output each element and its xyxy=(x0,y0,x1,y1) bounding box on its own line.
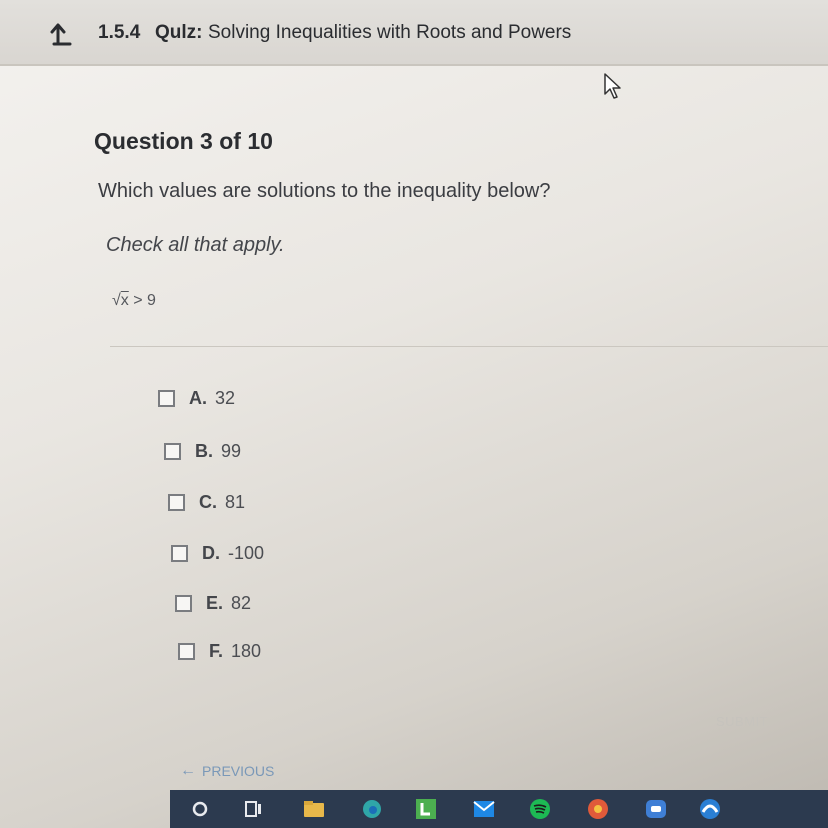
checkbox[interactable] xyxy=(171,545,188,562)
search-icon[interactable] xyxy=(188,798,212,820)
checkbox[interactable] xyxy=(158,390,175,407)
browser-icon[interactable] xyxy=(698,798,722,820)
question-counter: Question 3 of 10 xyxy=(94,128,273,154)
messages-icon[interactable] xyxy=(644,798,668,820)
launcher-l-icon[interactable] xyxy=(414,798,438,820)
divider xyxy=(110,346,828,347)
chrome-icon[interactable] xyxy=(586,798,610,820)
checkbox[interactable] xyxy=(168,494,185,511)
task-view-icon[interactable] xyxy=(242,798,266,820)
option-letter: D. xyxy=(202,543,220,563)
quiz-header-bar: 1.5.4 Qulz: Solving Inequalities with Ro… xyxy=(0,0,828,66)
quiz-code: 1.5.4 xyxy=(98,22,141,43)
spotify-icon[interactable] xyxy=(528,798,552,820)
option-a[interactable]: A. 32 xyxy=(158,388,235,409)
submit-button[interactable]: SUBMIT xyxy=(716,714,768,729)
option-value: 82 xyxy=(231,593,252,613)
checkbox[interactable] xyxy=(175,595,192,612)
back-arrow-icon[interactable] xyxy=(48,20,76,48)
arrow-left-icon: ← xyxy=(180,762,196,779)
inequality-expression: √x > 9 xyxy=(112,292,156,310)
mail-icon[interactable] xyxy=(472,798,496,820)
option-letter: C. xyxy=(199,492,217,512)
question-instruction: Check all that apply. xyxy=(106,234,285,256)
quiz-screen: 1.5.4 Qulz: Solving Inequalities with Ro… xyxy=(0,0,828,828)
radicand: x xyxy=(120,292,129,309)
taskbar xyxy=(170,790,828,828)
option-f[interactable]: F. 180 xyxy=(178,641,261,662)
option-letter: A. xyxy=(189,388,207,408)
option-value: 32 xyxy=(215,388,236,408)
option-value: -100 xyxy=(228,543,265,563)
option-letter: F. xyxy=(209,641,224,661)
option-e[interactable]: E. 82 xyxy=(175,593,251,614)
option-d[interactable]: D. -100 xyxy=(171,543,264,564)
option-value: 180 xyxy=(231,641,262,661)
checkbox[interactable] xyxy=(164,443,181,460)
edge-icon[interactable] xyxy=(360,798,384,820)
quiz-title: Solving Inequalities with Roots and Powe… xyxy=(208,22,572,43)
option-value: 99 xyxy=(221,441,242,461)
file-explorer-icon[interactable] xyxy=(302,798,326,820)
option-letter: E. xyxy=(206,593,224,613)
previous-label: PREVIOUS xyxy=(202,763,275,779)
option-b[interactable]: B. 99 xyxy=(164,441,241,462)
square-root-icon: √ xyxy=(112,292,121,309)
option-c[interactable]: C. 81 xyxy=(168,492,245,513)
inequality-rest: > 9 xyxy=(128,292,156,309)
checkbox[interactable] xyxy=(178,643,195,660)
option-letter: B. xyxy=(195,441,213,461)
quiz-label: Qulz: xyxy=(155,22,203,43)
option-value: 81 xyxy=(225,492,246,512)
previous-button[interactable]: ← PREVIOUS xyxy=(180,762,274,780)
mouse-pointer-icon xyxy=(604,73,621,99)
question-prompt: Which values are solutions to the inequa… xyxy=(98,180,551,202)
